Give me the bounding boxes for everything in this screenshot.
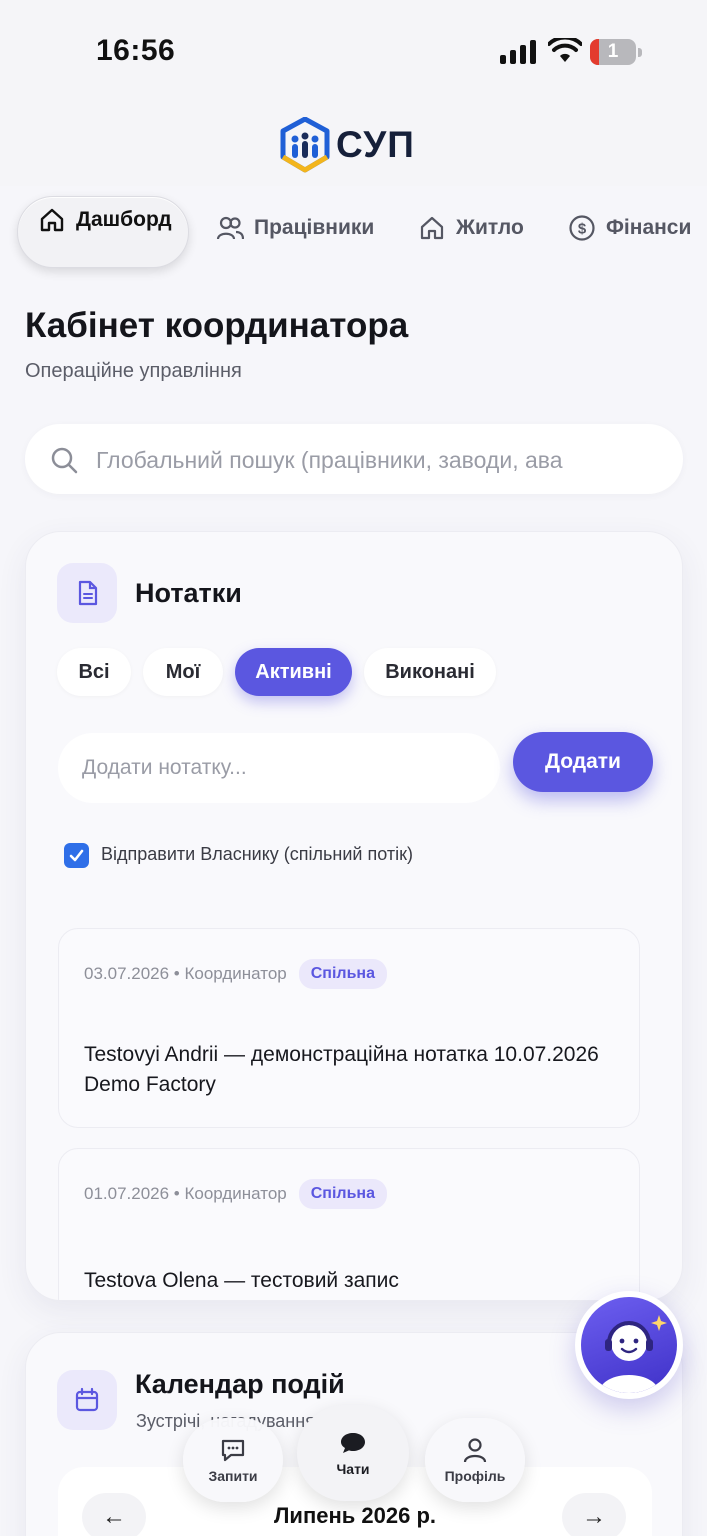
calendar-icon (75, 1387, 99, 1412)
note-item[interactable]: 03.07.2026 • Координатор Спільна Testovy… (58, 928, 640, 1128)
add-note-button[interactable]: Додати (513, 732, 653, 792)
battery-indicator: 1 (590, 39, 642, 65)
assistant-avatar (581, 1297, 677, 1393)
note-meta: 01.07.2026 • Координатор (84, 1184, 287, 1203)
chat-bubble-icon (341, 1433, 365, 1453)
tab-chats[interactable]: Чати (297, 1405, 409, 1501)
search-icon (51, 447, 78, 474)
message-square-icon (221, 1439, 245, 1462)
notes-card: Нотатки Всі Мої Активні Виконані Додати … (25, 531, 683, 1301)
page-title: Кабінет координатора (25, 306, 409, 345)
notes-title: Нотатки (135, 578, 242, 608)
note-text: Testova Olena — тестовий запис (84, 1269, 399, 1292)
note-input[interactable] (58, 733, 500, 803)
svg-text:$: $ (578, 221, 587, 238)
dollar-icon: $ (569, 215, 595, 241)
nav-item-housing[interactable]: Житло (418, 214, 524, 242)
user-icon (463, 1438, 487, 1463)
notes-icon-box (57, 563, 117, 623)
note-meta: 03.07.2026 • Координатор (84, 964, 287, 983)
logo-mark-icon (280, 117, 330, 173)
logo-text: СУП (336, 124, 415, 165)
support-agent-icon (599, 1315, 667, 1393)
search-input[interactable] (96, 440, 666, 480)
status-time: 16:56 (96, 34, 176, 67)
page-subtitle: Операційне управління (25, 360, 242, 382)
share-checkbox-label[interactable]: Відправити Власнику (спільний потік) (101, 844, 413, 865)
next-month-button[interactable]: → (562, 1493, 626, 1536)
filter-all[interactable]: Всі (57, 648, 131, 696)
home-icon (40, 208, 64, 232)
document-icon (78, 580, 98, 606)
users-icon (216, 216, 244, 240)
signal-icon (500, 40, 536, 64)
tab-requests[interactable]: Запити (183, 1418, 283, 1502)
filter-mine[interactable]: Мої (143, 648, 223, 696)
assistant-button[interactable] (575, 1291, 683, 1399)
check-icon (69, 849, 84, 862)
battery-level: 1 (607, 41, 619, 62)
note-item[interactable]: 01.07.2026 • Координатор Спільна Testova… (58, 1148, 640, 1300)
nav-item-workers[interactable]: Працівники (216, 214, 374, 242)
calendar-title: Календар подій (135, 1369, 345, 1399)
filter-done[interactable]: Виконані (364, 648, 496, 696)
calendar-icon-box (57, 1370, 117, 1430)
app-logo[interactable]: СУП (280, 116, 430, 174)
nav-item-finance[interactable]: $ Фінанси (568, 214, 691, 242)
wifi-icon (548, 38, 582, 62)
share-checkbox[interactable] (64, 843, 89, 868)
home-icon (420, 216, 444, 240)
shared-badge: Спільна (298, 959, 387, 989)
filter-active[interactable]: Активні (235, 648, 352, 696)
shared-badge: Спільна (298, 1179, 387, 1209)
note-text: Testovyi Andrii — демонстраційна нотатка… (84, 1043, 599, 1096)
nav-item-dashboard-label[interactable]: Дашборд (38, 206, 172, 234)
tab-profile[interactable]: Профіль (425, 1418, 525, 1502)
